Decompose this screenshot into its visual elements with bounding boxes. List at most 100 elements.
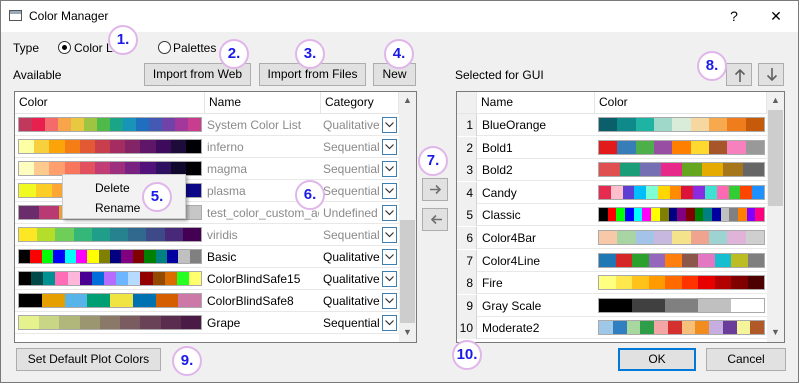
color-swatch: [693, 185, 706, 199]
column-header-color[interactable]: Color: [595, 92, 767, 114]
selected-for-gui-label: Selected for GUI: [455, 68, 544, 82]
selected-list-row[interactable]: 9 Gray Scale: [457, 294, 767, 317]
available-list-row[interactable]: System Color List Qualitative: [15, 114, 399, 136]
scroll-thumb[interactable]: [768, 110, 783, 206]
close-button[interactable]: ✕: [761, 5, 791, 27]
set-default-plot-colors-button[interactable]: Set Default Plot Colors: [16, 348, 161, 371]
row-number-header: [457, 92, 477, 114]
list-name: Grape: [207, 316, 241, 330]
available-list-row[interactable]: ColorBlindSafe8 Qualitative: [15, 290, 399, 312]
scroll-up-icon[interactable]: ▲: [399, 92, 416, 109]
selected-list-row[interactable]: 10 Moderate2: [457, 317, 767, 340]
category-dropdown[interactable]: [382, 139, 397, 155]
color-swatch: [625, 208, 634, 222]
color-swatch: [132, 250, 145, 263]
selected-list-row[interactable]: 6 Color4Bar: [457, 227, 767, 249]
scroll-down-icon[interactable]: ▼: [399, 324, 416, 341]
row-number: 6: [457, 227, 477, 249]
selected-list-row[interactable]: 1 BlueOrange: [457, 114, 767, 136]
category-dropdown[interactable]: [382, 293, 397, 309]
chevron-down-icon: [385, 144, 394, 150]
list-category: Qualitative: [323, 118, 380, 132]
scroll-thumb[interactable]: [400, 220, 415, 323]
available-vertical-scrollbar[interactable]: ▲ ▼: [399, 92, 416, 342]
list-name: Moderate2: [482, 321, 540, 336]
list-name: Fire: [482, 276, 503, 291]
color-swatch: [49, 140, 65, 153]
color-swatch: [41, 250, 54, 263]
row-number: 7: [457, 249, 477, 272]
color-swatch: [599, 321, 613, 335]
color-swatch: [681, 185, 694, 199]
palettes-radio[interactable]: [158, 41, 171, 54]
color-swatch: [747, 276, 764, 290]
selected-list-row[interactable]: 4 Candy: [457, 181, 767, 204]
selected-list-row[interactable]: 5 Classic: [457, 204, 767, 227]
remove-from-gui-button[interactable]: [422, 208, 448, 231]
color-swatch: [690, 118, 709, 131]
palettes-label[interactable]: Palettes: [173, 41, 216, 55]
available-list-row[interactable]: Basic Qualitative: [15, 246, 399, 268]
color-swatch: [19, 184, 36, 197]
list-name: Color4Bar: [482, 231, 537, 245]
color-swatch: [37, 228, 56, 241]
available-list-row[interactable]: Grape Sequential: [15, 312, 399, 334]
selected-list-row[interactable]: 2 Bold1: [457, 136, 767, 159]
row-number: 10: [457, 317, 477, 340]
color-swatch: [635, 118, 654, 131]
color-swatch: [607, 208, 617, 222]
category-dropdown[interactable]: [382, 227, 397, 243]
color-swatch: [731, 298, 764, 312]
cancel-button[interactable]: Cancel: [706, 348, 786, 371]
available-list-row[interactable]: viridis Sequential: [15, 224, 399, 246]
color-swatch: [657, 185, 670, 199]
help-button[interactable]: ?: [719, 5, 749, 27]
move-down-button[interactable]: [758, 63, 784, 86]
ok-button[interactable]: OK: [618, 348, 696, 371]
color-swatch: [653, 140, 673, 154]
color-lists-radio[interactable]: [58, 41, 71, 54]
list-category: Qualitative: [323, 294, 380, 308]
color-swatch: [120, 316, 141, 329]
color-swatch: [188, 118, 201, 131]
add-to-gui-button[interactable]: [422, 178, 448, 201]
category-dropdown[interactable]: [382, 205, 397, 221]
list-name: ColorBlindSafe8: [207, 294, 294, 308]
color-swatch: [185, 140, 202, 153]
column-header-name[interactable]: Name: [477, 92, 595, 114]
category-dropdown[interactable]: [382, 315, 397, 331]
color-swatch: [669, 185, 682, 199]
selected-list-row[interactable]: 7 Color4Line: [457, 249, 767, 272]
color-swatch: [19, 250, 31, 263]
color-swatch: [59, 316, 80, 329]
category-dropdown[interactable]: [382, 271, 397, 287]
color-swatch: [189, 250, 201, 263]
color-swatch: [714, 253, 731, 267]
callout-2: 2.: [219, 39, 249, 69]
category-dropdown[interactable]: [382, 249, 397, 265]
selected-list-row[interactable]: 3 Bold2: [457, 159, 767, 182]
category-dropdown[interactable]: [382, 161, 397, 177]
column-header-name[interactable]: Name: [205, 92, 321, 114]
selected-list-row[interactable]: 8 Fire: [457, 272, 767, 295]
available-list-row[interactable]: inferno Sequential: [15, 136, 399, 158]
scroll-up-icon[interactable]: ▲: [767, 92, 784, 109]
list-name: magma: [207, 162, 248, 176]
color-swatch: [722, 163, 744, 177]
scroll-down-icon[interactable]: ▼: [767, 324, 784, 341]
available-list-row[interactable]: ColorBlindSafe15 Qualitative: [15, 268, 399, 290]
color-swatch: [727, 118, 746, 131]
list-name: Color4Line: [482, 253, 541, 268]
move-up-button[interactable]: [726, 63, 752, 86]
color-swatch: [746, 208, 756, 222]
selected-vertical-scrollbar[interactable]: ▲ ▼: [767, 92, 784, 342]
color-strip: [598, 252, 765, 268]
column-header-color[interactable]: Color: [15, 92, 205, 114]
color-swatch: [653, 118, 673, 131]
arrow-down-icon: [766, 68, 778, 82]
category-dropdown[interactable]: [382, 117, 397, 133]
category-dropdown[interactable]: [382, 183, 397, 199]
column-header-category[interactable]: Category: [321, 92, 399, 114]
color-strip: [598, 207, 765, 223]
color-swatch: [698, 276, 715, 290]
